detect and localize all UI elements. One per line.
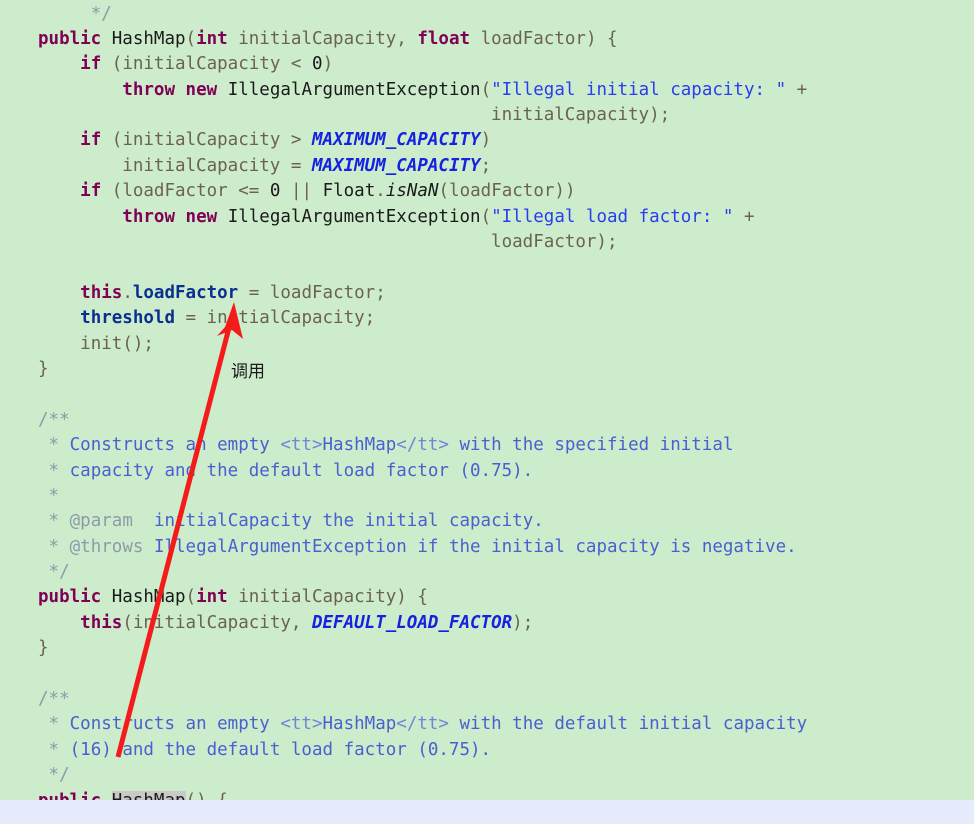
comment-delimiter: /** xyxy=(38,689,70,710)
keyword-throw: throw xyxy=(122,206,175,227)
code-line: initialCapacity = MAXIMUM_CAPACITY; xyxy=(122,155,492,176)
javadoc-text: (16) and the default load factor (0.75). xyxy=(69,739,492,760)
type-hashmap: HashMap xyxy=(111,28,186,49)
keyword-if: if xyxy=(80,181,102,202)
code-line: * @param initialCapacity the initial cap… xyxy=(48,511,544,532)
javadoc-html-tag: <tt> xyxy=(280,714,323,735)
javadoc-html-tag: </tt> xyxy=(396,714,449,735)
code-line: * xyxy=(48,485,60,506)
keyword-public: public xyxy=(38,587,102,608)
code-line: } xyxy=(38,638,49,659)
code-line: * (16) and the default load factor (0.75… xyxy=(48,739,492,760)
code-line: public HashMap() { xyxy=(0,789,974,800)
code-line: public HashMap(int initialCapacity, floa… xyxy=(38,28,618,49)
type-illegalargumentexception: IllegalArgumentException xyxy=(227,79,481,100)
code-line: */ xyxy=(0,2,974,27)
code-line: * @throws IllegalArgumentException if th… xyxy=(48,536,797,557)
keyword-float: float xyxy=(417,28,471,49)
type-hashmap: HashMap xyxy=(111,587,186,608)
javadoc-text: Constructs an empty xyxy=(69,714,281,735)
keyword-new: new xyxy=(185,79,218,100)
source-code[interactable]: */ public HashMap(int initialCapacity, fl… xyxy=(0,2,974,800)
comment-delimiter: */ xyxy=(48,765,70,786)
annotation-label: 调用 xyxy=(231,362,265,382)
type-illegalargumentexception: IllegalArgumentException xyxy=(227,206,481,227)
code-line: threshold = initialCapacity; xyxy=(80,308,376,329)
type-float: Float xyxy=(322,181,376,202)
javadoc-text: Constructs an empty xyxy=(69,435,281,456)
field-loadfactor: loadFactor xyxy=(132,282,239,303)
code-line: /** xyxy=(0,687,974,712)
constant-maximum-capacity: MAXIMUM_CAPACITY xyxy=(312,130,481,151)
comment-delimiter: */ xyxy=(48,562,70,583)
keyword-public: public xyxy=(38,28,102,49)
code-editor-pane[interactable]: */ public HashMap(int initialCapacity, fl… xyxy=(0,0,974,800)
javadoc-text: capacity and the default load factor (0.… xyxy=(69,460,534,481)
code-line: throw new IllegalArgumentException("Ille… xyxy=(122,206,755,227)
code-line: throw new IllegalArgumentException("Ille… xyxy=(122,79,808,100)
code-line: * Constructs an empty <tt>HashMap</tt> w… xyxy=(48,435,734,456)
code-line: if (initialCapacity > MAXIMUM_CAPACITY) xyxy=(80,130,492,151)
javadoc-html-tag: </tt> xyxy=(396,435,449,456)
code-line: loadFactor); xyxy=(491,232,618,253)
keyword-if: if xyxy=(80,130,102,151)
method-init: init xyxy=(80,333,123,354)
field-threshold: threshold xyxy=(80,308,175,329)
code-line: */ xyxy=(0,763,974,788)
comment-delimiter: */ xyxy=(90,3,112,24)
comment-delimiter: /** xyxy=(38,409,70,430)
keyword-this: this xyxy=(80,282,123,303)
javadoc-html-tag: <tt> xyxy=(280,435,323,456)
code-line: this.loadFactor = loadFactor; xyxy=(80,282,386,303)
status-bar xyxy=(0,800,974,824)
javadoc-tag-throws: @throws xyxy=(69,536,144,557)
javadoc-text: IllegalArgumentException if the initial … xyxy=(153,536,797,557)
string-literal: "Illegal initial capacity: " xyxy=(491,79,787,100)
keyword-public: public xyxy=(38,791,101,800)
string-literal: "Illegal load factor: " xyxy=(491,206,734,227)
constant-maximum-capacity: MAXIMUM_CAPACITY xyxy=(311,155,481,176)
keyword-int: int xyxy=(196,28,228,49)
code-line: initialCapacity); xyxy=(491,105,671,126)
code-line: if (loadFactor <= 0 || Float.isNaN(loadF… xyxy=(80,181,576,202)
code-line: * capacity and the default load factor (… xyxy=(48,460,534,481)
code-line: public HashMap(int initialCapacity) { xyxy=(38,587,428,608)
method-isnan: isNaN xyxy=(385,181,439,202)
code-line: */ xyxy=(0,560,974,585)
type-hashmap-highlighted: HashMap xyxy=(111,790,186,800)
keyword-if: if xyxy=(80,54,102,75)
keyword-throw: throw xyxy=(122,79,175,100)
constant-default-load-factor: DEFAULT_LOAD_FACTOR xyxy=(311,612,513,633)
keyword-new: new xyxy=(185,206,218,227)
code-line: init(); xyxy=(80,333,154,354)
code-line: * Constructs an empty <tt>HashMap</tt> w… xyxy=(48,714,808,735)
code-line: /** xyxy=(0,408,974,433)
code-line: if (initialCapacity < 0) xyxy=(80,54,334,75)
keyword-int: int xyxy=(196,587,228,608)
code-line: } xyxy=(38,358,49,379)
javadoc-tag-param: @param xyxy=(69,511,133,532)
code-line: this(initialCapacity, DEFAULT_LOAD_FACTO… xyxy=(80,612,534,633)
javadoc-text: initialCapacity the initial capacity. xyxy=(153,511,544,532)
keyword-this: this xyxy=(80,612,123,633)
